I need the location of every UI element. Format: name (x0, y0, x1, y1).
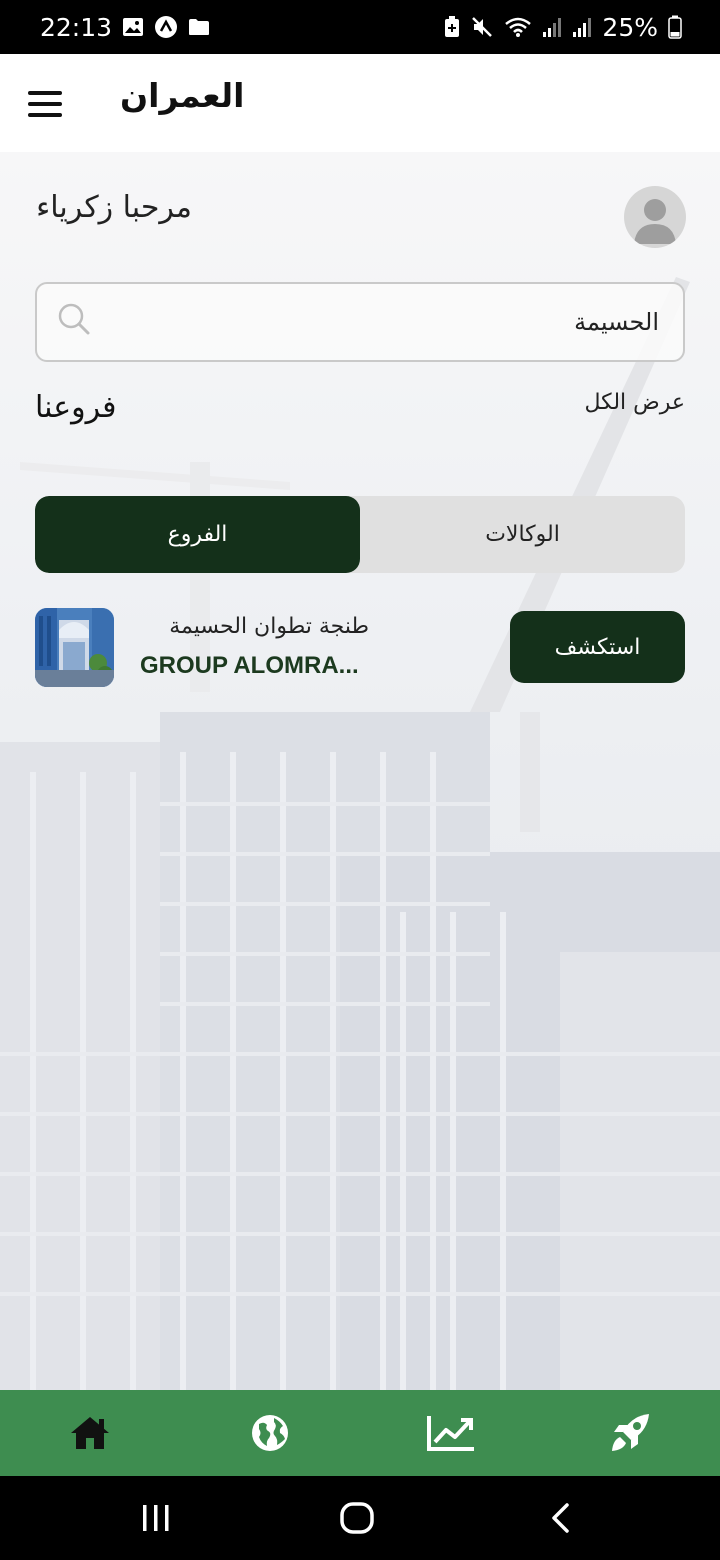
branch-name: GROUP ALOMRA... (140, 652, 359, 679)
chart-icon[interactable] (425, 1411, 477, 1455)
home-system-icon[interactable] (337, 1500, 377, 1536)
status-bar: 22:13 25% (0, 0, 720, 54)
search-input[interactable] (139, 302, 659, 342)
globe-icon[interactable] (248, 1411, 292, 1455)
bottom-navigation (0, 1390, 720, 1476)
tab-agencies[interactable]: الوكالات (360, 496, 685, 573)
view-all-link[interactable]: عرض الكل (585, 390, 685, 415)
branch-list-item[interactable]: طنجة تطوان الحسيمة GROUP ALOMRA... استكش… (35, 608, 685, 688)
user-silhouette-icon (634, 199, 676, 244)
recent-apps-icon[interactable] (136, 1500, 176, 1536)
app-bar: العمران (0, 54, 720, 152)
tab-branches[interactable]: الفروع (35, 496, 360, 573)
image-notification-icon (122, 17, 144, 37)
wifi-icon (504, 16, 532, 38)
branches-section-header: فروعنا عرض الكل (35, 390, 685, 440)
signal-icon-1 (542, 16, 562, 38)
app-notification-icon (154, 15, 178, 39)
battery-icon (668, 15, 682, 39)
status-right: 25% (444, 13, 682, 42)
search-box[interactable] (35, 282, 685, 362)
home-icon[interactable] (68, 1411, 112, 1455)
explore-button[interactable]: استكشف (510, 611, 685, 683)
tab-bar: الوكالات الفروع (35, 496, 685, 573)
rocket-icon[interactable] (608, 1411, 652, 1455)
main-content: مرحبا زكرياء فروعنا عرض الكل الوكالات ال… (0, 152, 720, 1390)
status-left: 22:13 (40, 13, 210, 42)
status-time: 22:13 (40, 12, 113, 42)
system-navigation-bar (0, 1476, 720, 1560)
mute-icon (470, 15, 494, 39)
section-title: فروعنا (35, 390, 117, 425)
branch-cities: طنجة تطوان الحسيمة (169, 614, 369, 639)
battery-percent: 25% (602, 12, 658, 42)
battery-saver-icon (444, 16, 460, 38)
back-icon[interactable] (540, 1500, 580, 1536)
app-title: العمران (120, 76, 245, 115)
avatar[interactable] (624, 186, 686, 248)
branch-thumbnail-image (35, 608, 114, 687)
menu-icon[interactable] (28, 91, 62, 117)
greeting-text: مرحبا زكرياء (36, 190, 192, 225)
search-icon[interactable] (57, 302, 91, 340)
folder-notification-icon (188, 18, 210, 36)
signal-icon-2 (572, 16, 592, 38)
